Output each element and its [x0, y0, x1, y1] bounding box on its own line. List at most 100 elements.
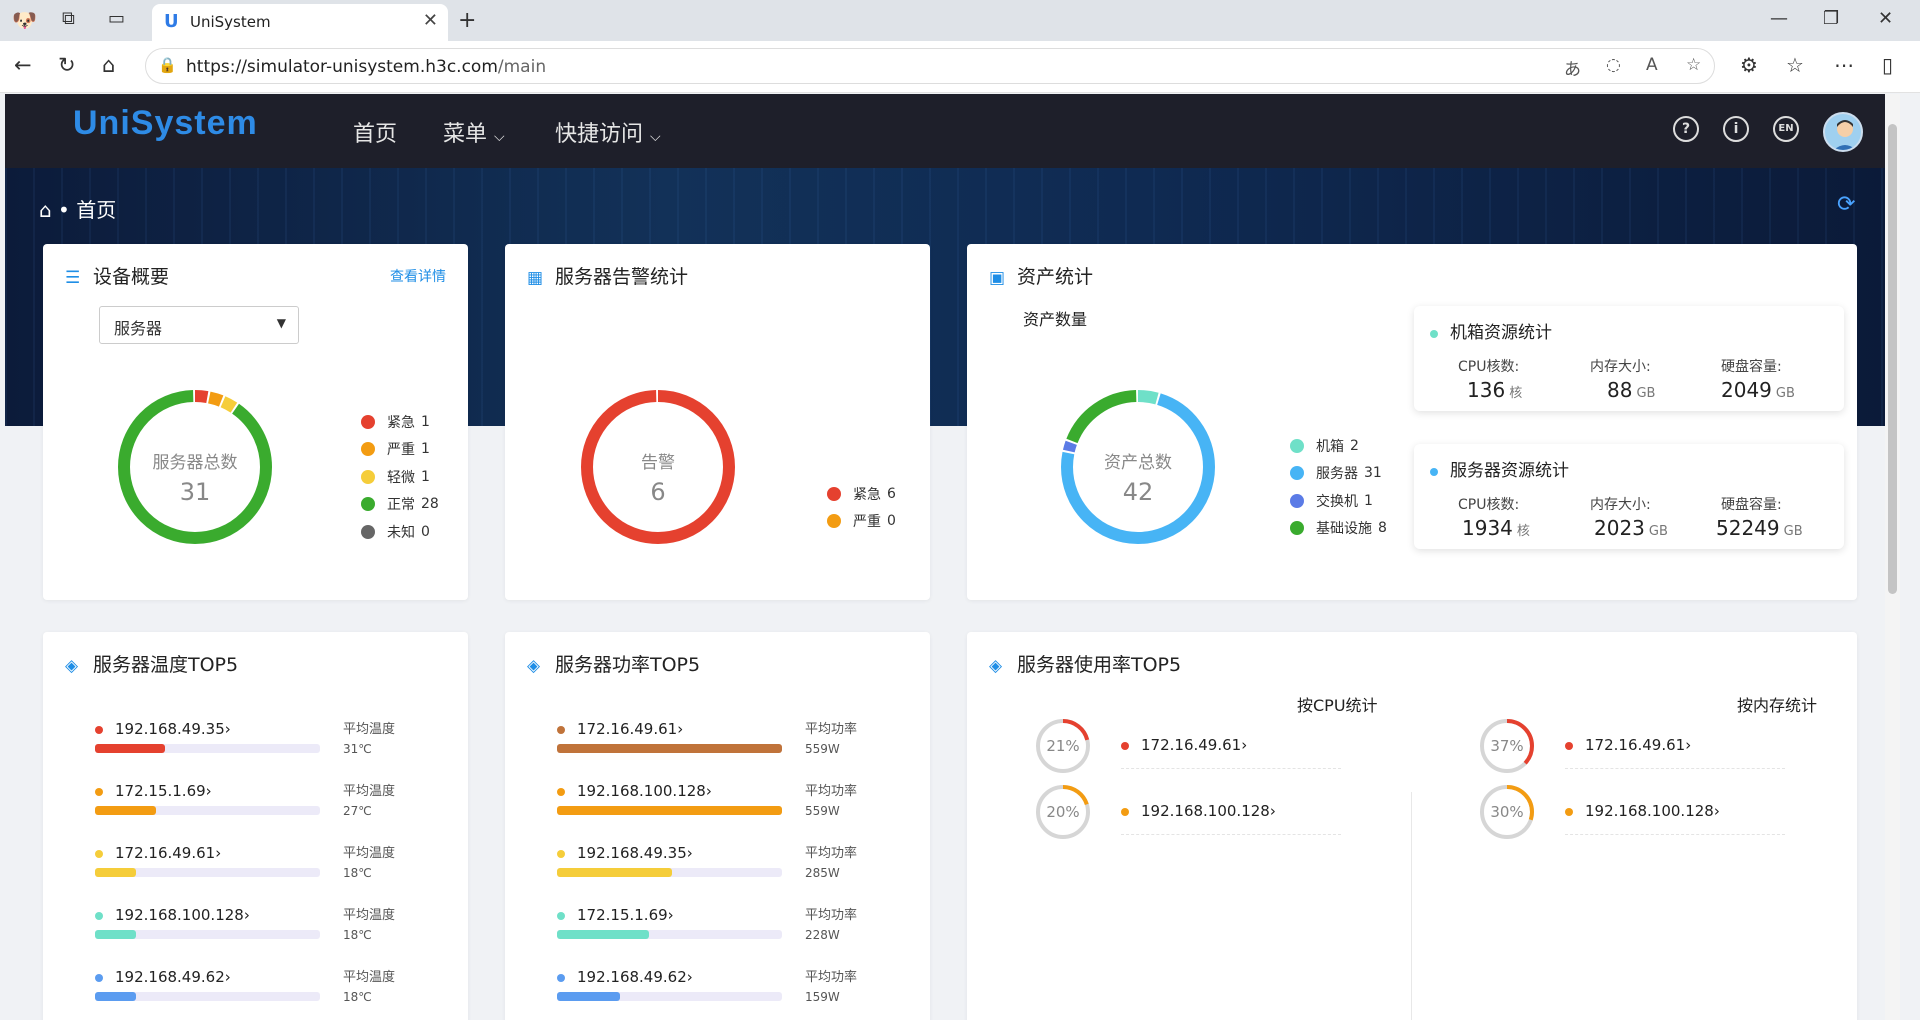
- mem-label: 内存大小:: [1590, 359, 1651, 375]
- list-item[interactable]: 172.15.1.69› 平均温度 27℃: [95, 782, 435, 844]
- legend-item[interactable]: 未知 0: [361, 518, 439, 546]
- home-icon[interactable]: ⌂: [102, 53, 115, 77]
- legend-dot: [1290, 438, 1304, 453]
- translate-icon[interactable]: あ: [1564, 55, 1581, 80]
- nav-home[interactable]: 首页: [353, 116, 397, 148]
- server-ip-link[interactable]: 192.168.100.128›: [95, 906, 250, 924]
- language-icon[interactable]: EN: [1773, 116, 1799, 142]
- list-item[interactable]: 192.168.49.62› 平均功率 159W: [557, 968, 897, 1020]
- profile-avatar-icon[interactable]: 🐶: [12, 8, 37, 32]
- home-icon[interactable]: ⌂: [39, 198, 52, 222]
- favorite-star-icon[interactable]: ☆: [1686, 55, 1701, 75]
- metric-label: 平均温度: [343, 722, 396, 737]
- device-type-select[interactable]: 服务器 ▼: [99, 306, 299, 344]
- view-details-link[interactable]: 查看详情: [390, 266, 446, 286]
- list-item[interactable]: 172.16.49.61› 平均功率 559W: [557, 720, 897, 782]
- legend-item[interactable]: 紧急 6: [827, 480, 896, 508]
- list-item[interactable]: 192.168.49.35› 平均温度 31℃: [95, 720, 435, 782]
- chassis-title: 机箱资源统计: [1430, 318, 1552, 343]
- metric-value: 31℃: [343, 742, 372, 756]
- legend-item[interactable]: 严重 1: [361, 436, 439, 464]
- new-tab-icon[interactable]: +: [458, 8, 476, 33]
- list-item[interactable]: 192.168.100.128› 平均功率 559W: [557, 782, 897, 844]
- legend-item[interactable]: 轻微 1: [361, 463, 439, 491]
- legend-item[interactable]: 正常 28: [361, 491, 439, 519]
- extensions-icon[interactable]: ⚙: [1740, 53, 1758, 77]
- legend-item[interactable]: 严重 0: [827, 508, 896, 536]
- legend-item[interactable]: 基础设施 8: [1290, 515, 1387, 543]
- favorites-icon[interactable]: ☆: [1786, 53, 1804, 77]
- server-ip-link[interactable]: 192.168.49.62›: [557, 968, 693, 986]
- list-item[interactable]: 192.168.49.62› 平均温度 18℃: [95, 968, 435, 1020]
- read-aloud-icon[interactable]: A: [1646, 55, 1658, 75]
- minimize-icon[interactable]: —: [1770, 8, 1788, 29]
- legend-item[interactable]: 服务器 31: [1290, 460, 1387, 488]
- refresh-page-icon[interactable]: ◌: [1606, 55, 1621, 75]
- browser-tab[interactable]: U UniSystem ✕: [152, 4, 448, 41]
- unisystem-logo[interactable]: UniSystem: [73, 104, 258, 143]
- metric-value: 18℃: [343, 928, 372, 942]
- legend-dot: [361, 524, 375, 539]
- server-ip-link[interactable]: 172.16.49.61›: [95, 844, 221, 862]
- server-ip-link[interactable]: 172.15.1.69›: [557, 906, 674, 924]
- legend-label: 服务器: [1316, 466, 1358, 483]
- nav-quick-access[interactable]: 快捷访问 ⌵: [555, 116, 661, 148]
- chevron-right-icon: ›: [1241, 736, 1248, 754]
- server-ip-link[interactable]: 192.168.49.35›: [557, 844, 693, 862]
- help-icon[interactable]: ?: [1673, 116, 1699, 142]
- collections-icon[interactable]: ⧉: [62, 8, 75, 29]
- list-item[interactable]: 192.168.49.35› 平均功率 285W: [557, 844, 897, 906]
- lock-icon[interactable]: 🔒: [158, 56, 177, 74]
- usage-server-link[interactable]: 172.16.49.61›: [1565, 736, 1785, 769]
- legend-value: 1: [421, 441, 430, 458]
- tab-actions-icon[interactable]: ▭: [108, 8, 125, 29]
- server-ip-link[interactable]: 192.168.49.35›: [95, 720, 231, 738]
- scrollbar-thumb[interactable]: [1888, 124, 1897, 594]
- bullet-dot: [557, 726, 565, 734]
- more-icon[interactable]: ⋯: [1834, 53, 1854, 77]
- list-item[interactable]: 172.16.49.61› 平均温度 18℃: [95, 844, 435, 906]
- bullet-dot: [557, 912, 565, 920]
- asset-legend: 机箱 2 服务器 31 交换机 1 基础设施 8: [1290, 432, 1387, 542]
- value-bar: [557, 806, 782, 815]
- server-ip-link[interactable]: 192.168.49.62›: [95, 968, 231, 986]
- legend-item[interactable]: 机箱 2: [1290, 432, 1387, 460]
- list-item[interactable]: 172.15.1.69› 平均功率 228W: [557, 906, 897, 968]
- alarm-donut: 告警 6: [581, 390, 735, 544]
- restore-icon[interactable]: ❐: [1823, 8, 1839, 29]
- legend-item[interactable]: 紧急 1: [361, 408, 439, 436]
- value-bar: [95, 744, 320, 753]
- usage-server-link[interactable]: 172.16.49.61›: [1121, 736, 1341, 769]
- value-bar-fill: [557, 744, 782, 753]
- value-bar-fill: [557, 992, 620, 1001]
- bullet-dot: [557, 788, 565, 796]
- info-icon[interactable]: i: [1723, 116, 1749, 142]
- legend-dot: [361, 414, 375, 429]
- list-item[interactable]: 192.168.100.128› 平均温度 18℃: [95, 906, 435, 968]
- usage-gauge: 37%: [1477, 716, 1537, 780]
- value-bar-fill: [95, 744, 165, 753]
- close-window-icon[interactable]: ✕: [1878, 8, 1893, 29]
- close-tab-icon[interactable]: ✕: [423, 10, 438, 31]
- user-avatar[interactable]: [1823, 112, 1863, 152]
- metric-label: 平均功率: [805, 722, 858, 737]
- gauge-percent: 30%: [1490, 803, 1523, 821]
- server-ip-link[interactable]: 172.16.49.61›: [557, 720, 683, 738]
- usage-server-link[interactable]: 192.168.100.128›: [1121, 802, 1341, 835]
- server-ip-link[interactable]: 172.15.1.69›: [95, 782, 212, 800]
- value-bar: [95, 930, 320, 939]
- legend-item[interactable]: 交换机 1: [1290, 487, 1387, 515]
- back-icon[interactable]: ←: [14, 53, 32, 77]
- server-ip-link[interactable]: 192.168.100.128›: [557, 782, 712, 800]
- usage-server-link[interactable]: 192.168.100.128›: [1565, 802, 1785, 835]
- bullet-dot: [557, 974, 565, 982]
- sidebar-icon[interactable]: ▯: [1882, 53, 1893, 77]
- address-bar[interactable]: 🔒 https://simulator-unisystem.h3c.com/ma…: [145, 48, 1715, 84]
- reload-icon[interactable]: ↻: [58, 53, 76, 77]
- legend-label: 轻微: [387, 469, 415, 486]
- donut-center-label: 告警: [641, 453, 675, 473]
- chevron-right-icon: ›: [1685, 736, 1692, 754]
- scrollbar[interactable]: [1885, 94, 1900, 1020]
- refresh-icon[interactable]: ⟳: [1837, 192, 1855, 217]
- nav-menu[interactable]: 菜单 ⌵: [443, 116, 505, 148]
